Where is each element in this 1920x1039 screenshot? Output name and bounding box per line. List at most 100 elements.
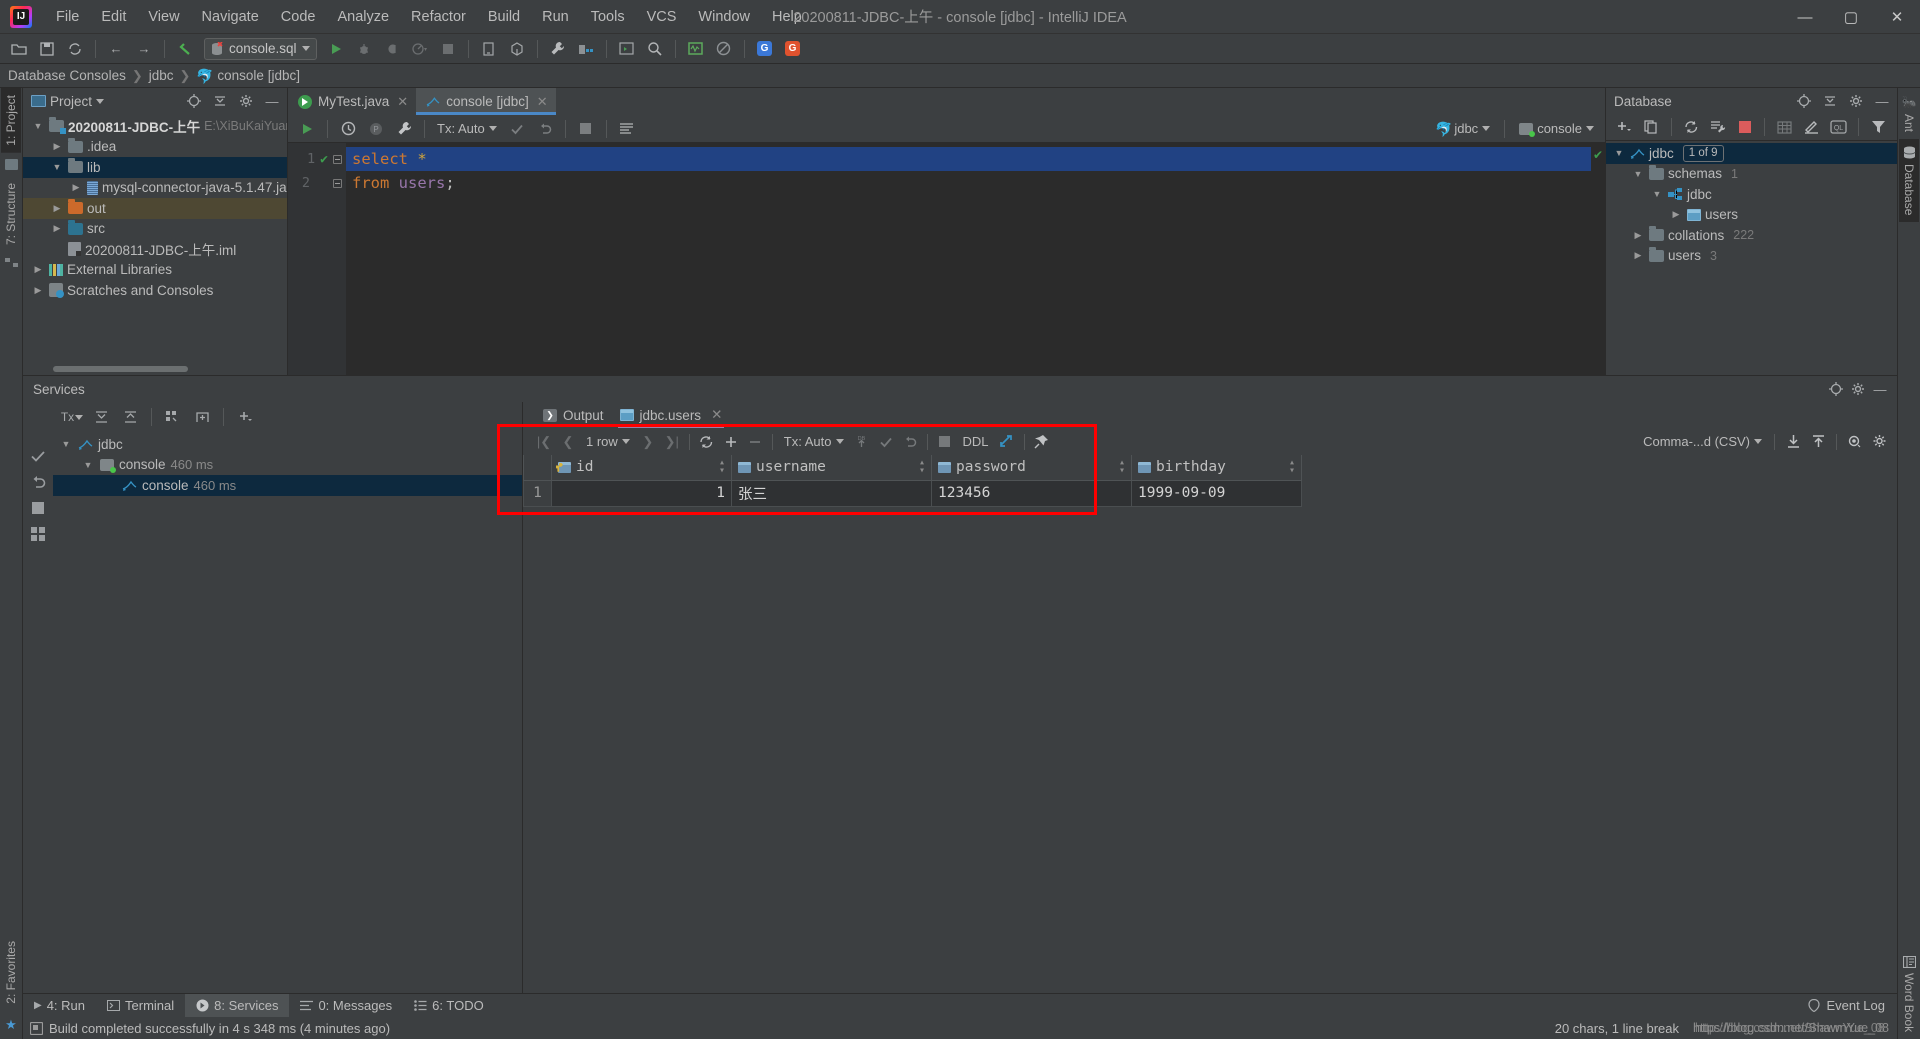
expand-all-icon[interactable] — [88, 405, 114, 429]
execute-query-icon[interactable] — [294, 117, 320, 141]
stop-icon[interactable] — [934, 431, 956, 453]
results-tab-jdbc-users[interactable]: jdbc.users ✕ — [614, 402, 729, 428]
collapse-arrow-icon[interactable]: ▼ — [1631, 169, 1645, 179]
add-tab-icon[interactable] — [189, 405, 215, 429]
close-icon[interactable]: ✕ — [711, 407, 722, 423]
project-tree-item[interactable]: ▶ .idea — [23, 137, 287, 158]
menu-item-navigate[interactable]: Navigate — [192, 6, 269, 28]
tool-window-word-book[interactable]: Word Book — [1899, 949, 1919, 1039]
debug-icon[interactable] — [351, 37, 377, 61]
edit-icon[interactable] — [1799, 115, 1824, 139]
export-format-selector[interactable]: Comma-...d (CSV) — [1638, 431, 1767, 453]
download-icon[interactable] — [1782, 431, 1804, 453]
editor-scrollbar[interactable]: ✔ — [1591, 143, 1605, 375]
chevron-down-icon[interactable] — [835, 439, 844, 444]
settings-wrench-icon[interactable] — [545, 37, 571, 61]
jump-to-source-icon[interactable] — [172, 37, 198, 61]
collapse-all-icon[interactable] — [1819, 91, 1841, 111]
column-header-id[interactable]: id ▴ ▾ — [551, 455, 732, 481]
event-log-button[interactable]: Event Log — [1808, 998, 1897, 1013]
minimize-button[interactable]: — — [1782, 0, 1828, 34]
expand-arrow-icon[interactable]: ▶ — [1631, 250, 1645, 261]
database-tree-item[interactable]: ▼ schemas 1 — [1606, 164, 1897, 185]
collapse-arrow-icon[interactable]: ▼ — [1612, 148, 1626, 158]
sort-toggle-icon[interactable]: ▴ ▾ — [719, 458, 725, 476]
project-structure-icon[interactable] — [573, 37, 599, 61]
save-all-icon[interactable] — [34, 37, 60, 61]
translate-icon[interactable]: G — [752, 37, 778, 61]
menu-item-vcs[interactable]: VCS — [637, 6, 687, 28]
database-tree-item[interactable]: ▶ users 3 — [1606, 246, 1897, 267]
grid-view-icon[interactable] — [26, 522, 50, 546]
add-icon[interactable] — [232, 405, 258, 429]
tool-window-structure[interactable]: 7: Structure — [1, 176, 21, 252]
add-data-source-icon[interactable] — [1612, 115, 1637, 139]
expand-arrow-icon[interactable]: ▶ — [1631, 230, 1645, 241]
cell-username[interactable]: 张三 — [731, 479, 932, 507]
code-fold-icon[interactable] — [333, 154, 342, 164]
tool-window-favorites[interactable]: 2: Favorites — [1, 934, 21, 1011]
tool-window-ant[interactable]: 🐜 Ant — [1899, 88, 1920, 139]
table-row[interactable]: 1 1 张三 123456 1999-09-09 — [523, 479, 1302, 507]
schema-selector[interactable]: 🐬 jdbc — [1430, 118, 1495, 140]
modify-table-icon[interactable] — [996, 431, 1018, 453]
services-tree-item[interactable]: console 460 ms — [53, 475, 522, 496]
bottom-tab-terminal[interactable]: Terminal — [96, 994, 185, 1018]
project-horizontal-scrollbar[interactable] — [53, 366, 188, 372]
chevron-down-icon[interactable] — [301, 46, 310, 51]
collapse-arrow-icon[interactable]: ▼ — [1650, 189, 1664, 199]
results-tab-output[interactable]: ❯ Output — [537, 402, 610, 428]
bottom-tab-todo[interactable]: 6: TODO — [403, 994, 495, 1018]
services-tree[interactable]: ▼ jdbc ▼ console 460 ms console 460 ms — [53, 432, 522, 993]
database-tree-item[interactable]: ▶ users — [1606, 205, 1897, 226]
filter-icon[interactable] — [1866, 115, 1891, 139]
coverage-icon[interactable] — [379, 37, 405, 61]
column-header-password[interactable]: password ▴ ▾ — [931, 455, 1132, 481]
forward-icon[interactable]: → — [131, 37, 157, 61]
locate-icon[interactable] — [183, 91, 205, 111]
collapse-all-icon[interactable] — [209, 91, 231, 111]
stop-query-icon[interactable] — [573, 117, 599, 141]
pin-icon[interactable] — [1031, 431, 1053, 453]
stop-icon[interactable] — [26, 496, 50, 520]
history-icon[interactable] — [335, 117, 361, 141]
database-tree-item[interactable]: ▼ jdbc 1 of 9 — [1606, 143, 1897, 164]
chevron-down-icon[interactable] — [1482, 126, 1491, 131]
project-tree-item[interactable]: ▼ 20200811-JDBC-上午 E:\XiBuKaiYuan\ — [23, 116, 287, 137]
project-tree[interactable]: ▼ 20200811-JDBC-上午 E:\XiBuKaiYuan\ ▶ .idea ▼ l… — [23, 114, 287, 375]
bottom-tab-run[interactable]: ▶ 4: Run — [23, 994, 96, 1018]
project-tree-item[interactable]: ▶ Scratches and Consoles — [23, 280, 287, 301]
explain-plan-icon[interactable]: P — [363, 117, 389, 141]
cell-birthday[interactable]: 1999-09-09 — [1131, 479, 1302, 507]
hide-panel-icon[interactable]: — — [1871, 91, 1893, 111]
menu-item-code[interactable]: Code — [271, 6, 326, 28]
translate-alt-icon[interactable]: G — [780, 37, 806, 61]
menu-item-analyze[interactable]: Analyze — [327, 6, 399, 28]
view-options-icon[interactable] — [1844, 431, 1866, 453]
sort-toggle-icon[interactable]: ▴ ▾ — [1119, 458, 1125, 476]
menu-item-build[interactable]: Build — [478, 6, 530, 28]
profile-icon[interactable] — [407, 37, 433, 61]
cell-id[interactable]: 1 — [551, 479, 732, 507]
menu-item-view[interactable]: View — [138, 6, 189, 28]
services-tree-item[interactable]: ▼ jdbc — [53, 434, 522, 455]
last-page-icon[interactable]: ❯| — [661, 431, 683, 453]
database-tree-item[interactable]: ▼ jdbc — [1606, 184, 1897, 205]
hide-panel-icon[interactable]: — — [1869, 379, 1891, 399]
run-configuration-selector[interactable]: console.sql — [204, 37, 317, 60]
menu-item-file[interactable]: File — [46, 6, 89, 28]
menu-item-edit[interactable]: Edit — [91, 6, 136, 28]
tool-window-project[interactable]: 1: Project — [1, 88, 21, 153]
collapse-arrow-icon[interactable]: ▼ — [31, 121, 45, 131]
delete-row-icon[interactable] — [744, 431, 766, 453]
duplicate-icon[interactable] — [1639, 115, 1664, 139]
close-icon[interactable]: ✕ — [537, 94, 548, 110]
bottom-tab-messages[interactable]: 0: Messages — [289, 994, 403, 1018]
data-source-properties-icon[interactable] — [1706, 115, 1731, 139]
sdk-manager-icon[interactable] — [504, 37, 530, 61]
menu-item-tools[interactable]: Tools — [581, 6, 635, 28]
results-table[interactable]: id ▴ ▾ username ▴ ▾ password ▴ ▾ birthda… — [523, 455, 1302, 507]
project-tree-item[interactable]: ▼ lib — [23, 157, 287, 178]
tx-icon[interactable]: Tx — [59, 405, 85, 429]
chevron-down-icon[interactable] — [1586, 126, 1594, 131]
